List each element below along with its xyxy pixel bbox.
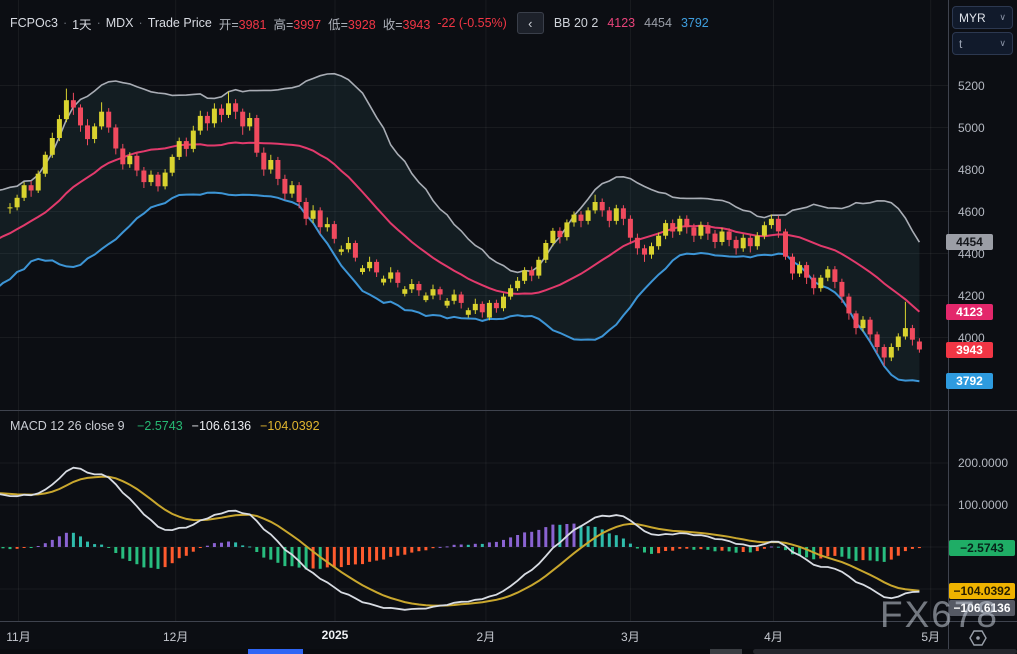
time-tick-2025: 2025 [322,628,349,642]
collapse-legend-button[interactable]: ‹ [517,12,544,34]
macd-tick-label: 100.0000 [958,498,1008,512]
ohlc-value: 3997 [293,18,321,32]
ohlc-value: 3943 [403,18,431,32]
time-tick-3月: 3月 [621,628,640,645]
axis-settings: MYR ∨ t ∨ [952,6,1013,58]
ohlc-value: 3981 [239,18,267,32]
time-tick-2月: 2月 [477,628,496,645]
price-tag-4123: 4123 [946,304,993,320]
watermark: FX678 [880,594,999,636]
price-tick-label: 4600 [958,205,985,219]
ohlc-label: 高= [273,18,293,32]
bb-indicator-title: BB 20 2 [554,16,598,30]
symbol-title: FCPOc3 [10,16,58,30]
trading-chart-app: FCPOc3 · 1天 · MDX · Trade Price 开=3981高=… [0,0,1017,654]
series-label: Trade Price [148,16,212,30]
macd-tag: −2.5743 [949,540,1015,556]
bb-value: 3792 [681,16,709,30]
ohlc-value: 3928 [348,18,376,32]
price-tag-4454: 4454 [946,234,993,250]
bb-indicator-values: 4123 4454 3792 [598,16,708,30]
time-tick-4月: 4月 [764,628,783,645]
price-tick-label: 4200 [958,289,985,303]
macd-signal-line [0,477,919,606]
chevron-down-icon: ∨ [999,12,1006,23]
currency-dropdown[interactable]: MYR ∨ [952,6,1013,29]
macd-tick-label: 200.0000 [958,456,1008,470]
macd-legend: MACD 12 26 close 9 −2.5743 −106.6136 −104.… [10,419,320,433]
taskbar-segment [710,649,742,654]
exchange-label: MDX [106,16,134,30]
macd-value: −104.0392 [260,419,319,433]
time-tick-12月: 12月 [163,628,188,645]
unit-dropdown[interactable]: t ∨ [952,32,1013,55]
macd-histogram [0,468,921,610]
change-value: -22 (-0.55%) [437,16,506,30]
chart-canvas[interactable] [0,0,1017,654]
ohlc-label: 开= [219,18,239,32]
macd-value: −2.5743 [137,419,183,433]
ohlc-label: 低= [328,18,348,32]
taskbar-blue-segment[interactable] [248,649,303,654]
ohlc-label: 收= [383,18,403,32]
taskbar-segment [753,649,1017,654]
price-tick-label: 4800 [958,163,985,177]
ohlc-values: 开=3981 高=3997 低=3928 收=3943 [212,14,431,33]
chevron-down-icon: ∨ [999,38,1006,49]
price-tag-3943: 3943 [946,342,993,358]
time-tick-11月: 11月 [6,628,30,645]
price-tick-label: 5200 [958,79,985,93]
price-tick-label: 5000 [958,121,985,135]
macd-value: −106.6136 [192,419,251,433]
bb-value: 4123 [607,16,635,30]
bollinger-band [0,74,919,382]
chart-legend: FCPOc3 · 1天 · MDX · Trade Price 开=3981高=… [10,12,709,34]
price-tag-3792: 3792 [946,373,993,389]
interval-label: 1天 [72,14,91,33]
macd-title: MACD 12 26 close 9 [10,419,125,433]
bottom-strip [0,649,1017,654]
bb-value: 4454 [644,16,672,30]
